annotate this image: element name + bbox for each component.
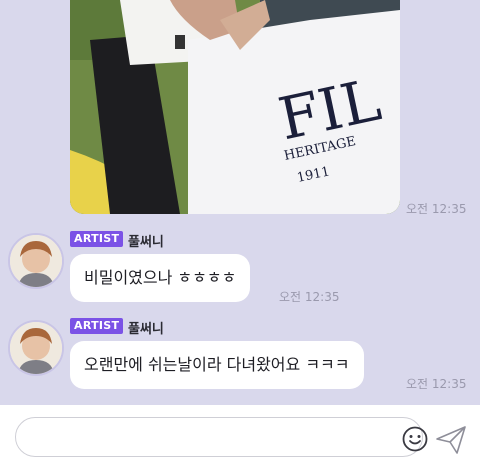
message-time: 오전 12:35 (406, 377, 467, 391)
message-input[interactable] (32, 426, 376, 450)
photo-message[interactable]: FIL HERITAGE 1911 (70, 0, 400, 214)
artist-badge: ARTIST (70, 318, 124, 334)
profile-avatar[interactable] (8, 320, 64, 376)
avatar-image (10, 322, 62, 374)
message-time: 오전 12:35 (279, 290, 340, 304)
composer-bar (0, 405, 480, 469)
avatar-image (10, 235, 62, 287)
sender-name: 풀써니 (128, 235, 164, 250)
emoji-icon[interactable] (402, 426, 428, 452)
message-bubble[interactable]: 비밀이였으나 ㅎㅎㅎㅎ (70, 254, 251, 302)
sender-name: 풀써니 (128, 322, 164, 337)
message-time: 오전 12:35 (406, 202, 467, 216)
profile-avatar[interactable] (8, 233, 64, 289)
message-bubble[interactable]: 오랜만에 쉬는날이라 다녀왔어요 ㅋㅋㅋ (70, 341, 364, 389)
chat-area: FIL HERITAGE 1911 오전 12:35 ARTIST 풀써니 비밀… (0, 0, 480, 405)
artist-badge: ARTIST (70, 231, 124, 247)
send-icon[interactable] (435, 425, 467, 455)
message-input-field[interactable] (15, 417, 428, 457)
photo-image: FIL HERITAGE 1911 (70, 0, 400, 214)
